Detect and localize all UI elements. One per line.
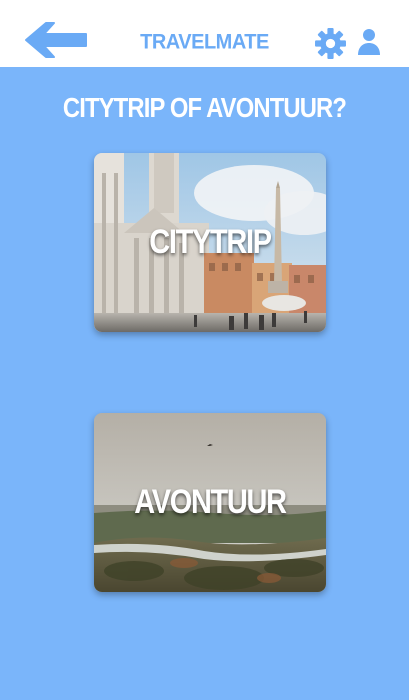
user-icon[interactable]	[357, 28, 381, 56]
app-title: TRAVELMATE	[140, 30, 269, 54]
top-bar: TRAVELMATE	[0, 0, 409, 67]
avontuur-option-card[interactable]: AVONTUUR	[94, 413, 326, 592]
citytrip-label: CITYTRIP	[149, 223, 272, 261]
gear-icon[interactable]	[314, 27, 347, 60]
page-question: CITYTRIP OF AVONTUUR?	[62, 92, 347, 123]
avontuur-label: AVONTUUR	[134, 483, 287, 521]
app-screen: TRAVELMATE CITYTRIP OF AVONTUUR? CITYTRI…	[0, 0, 409, 700]
citytrip-option-card[interactable]: CITYTRIP	[94, 153, 326, 332]
